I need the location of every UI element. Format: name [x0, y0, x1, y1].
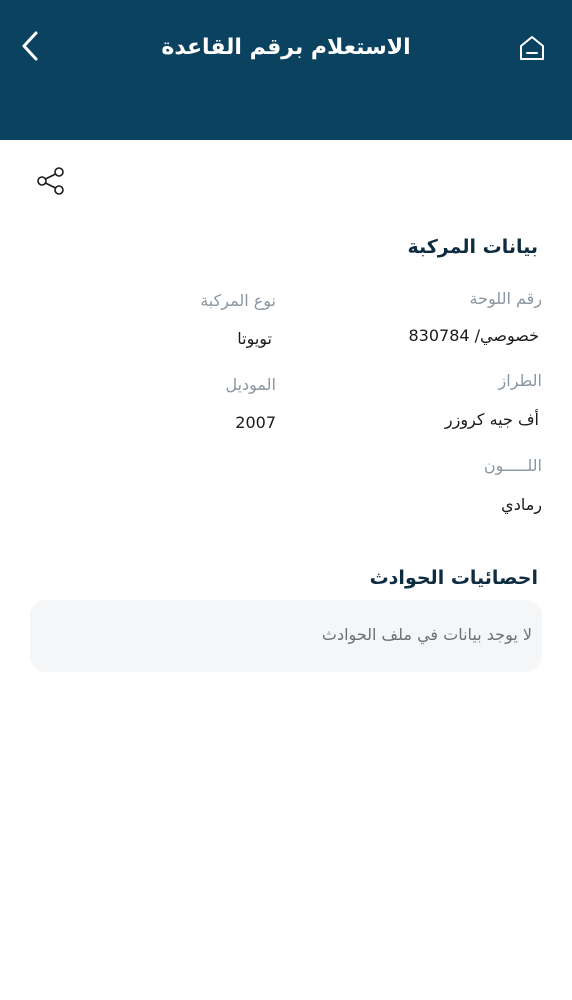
- share-button[interactable]: [32, 165, 70, 201]
- vehicle-style-value: أف جيه كروزر: [444, 410, 539, 429]
- vehicle-style-label: الطراز: [498, 371, 542, 390]
- app-header: الاستعلام برقم القاعدة: [0, 0, 572, 140]
- vehicle-model-label: الموديل: [225, 375, 276, 394]
- accidents-section-title: احصائيات الحوادث: [369, 567, 538, 589]
- vehicle-type-label: نوع المركبة: [200, 291, 276, 310]
- vehicle-section-title: بيانات المركبة: [407, 236, 538, 258]
- share-icon: [35, 165, 67, 201]
- accidents-stats-box: لا يوجد بيانات في ملف الحوادث: [30, 600, 542, 672]
- vehicle-model-value: 2007: [235, 413, 276, 432]
- plate-number-label: رقم اللوحة: [469, 289, 542, 308]
- page-title: الاستعلام برقم القاعدة: [161, 35, 411, 60]
- accidents-empty-text: لا يوجد بيانات في ملف الحوادث: [321, 625, 532, 644]
- home-button[interactable]: [512, 30, 552, 70]
- vehicle-color-value: رمادي: [501, 495, 542, 514]
- vehicle-color-label: اللـــــون: [483, 456, 542, 475]
- home-icon: [517, 33, 547, 67]
- vehicle-type-value: تويوتا: [237, 329, 272, 348]
- plate-number-value: خصوصي/ 830784: [408, 326, 539, 345]
